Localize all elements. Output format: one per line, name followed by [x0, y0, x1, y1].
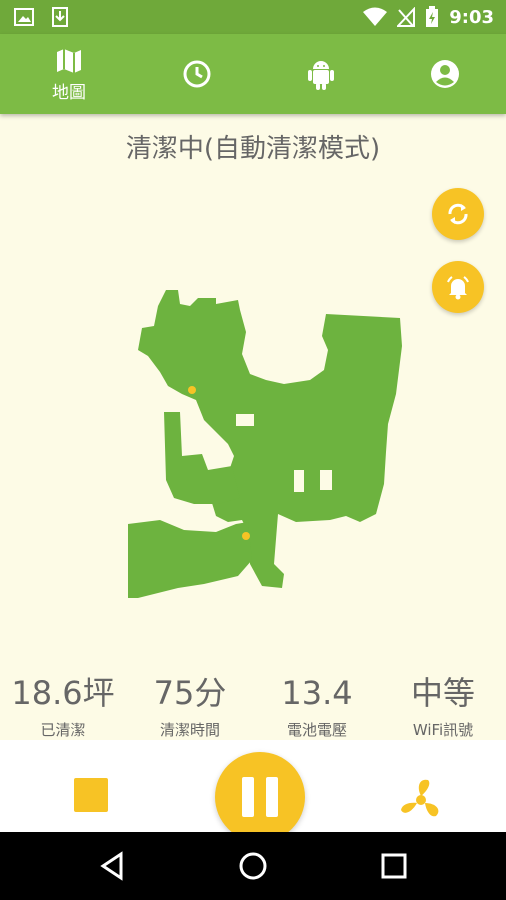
clock-icon	[183, 60, 211, 88]
map-icon	[57, 48, 81, 73]
tab-account[interactable]	[382, 34, 506, 114]
tab-device[interactable]	[258, 34, 384, 114]
stop-button[interactable]	[74, 778, 108, 812]
account-icon	[431, 60, 459, 88]
android-icon	[308, 61, 334, 90]
alarm-button[interactable]	[432, 261, 484, 313]
wifi-icon	[363, 7, 388, 26]
status-time: 9:03	[449, 6, 494, 28]
stat-cleaning-time: 75分 清潔時間	[127, 673, 253, 740]
back-icon[interactable]	[97, 850, 129, 882]
sync-icon	[448, 203, 468, 225]
home-icon[interactable]	[237, 850, 269, 882]
stat-wifi-signal: 中等 WiFi訊號	[380, 673, 506, 740]
cleaning-map	[128, 290, 402, 598]
pause-button[interactable]	[215, 752, 305, 842]
tab-schedule[interactable]	[134, 34, 260, 114]
tab-map[interactable]: 地圖	[6, 34, 132, 114]
sync-button[interactable]	[432, 188, 484, 240]
image-notification-icon	[14, 8, 34, 26]
stat-cleaning-time-value: 75分	[153, 674, 227, 712]
bell-icon	[447, 276, 469, 300]
stat-battery-voltage-value: 13.4	[281, 674, 353, 712]
recents-icon[interactable]	[378, 850, 410, 882]
stat-cleaned-area-label: 已清潔	[40, 721, 86, 739]
stat-battery-voltage-label: 電池電壓	[286, 721, 347, 739]
status-bar: 9:03	[0, 0, 506, 34]
stat-battery-voltage: 13.4 電池電壓	[254, 673, 380, 740]
no-signal-icon	[397, 7, 416, 27]
tab-bar: 地圖	[0, 34, 506, 114]
stat-cleaned-area-value: 18.6坪	[11, 674, 115, 712]
download-notification-icon	[52, 7, 68, 27]
system-nav-bar	[0, 832, 506, 900]
tab-map-label: 地圖	[52, 82, 86, 103]
fan-icon[interactable]	[398, 776, 444, 822]
pause-icon	[242, 777, 254, 817]
stat-cleaned-area: 18.6坪 已清潔	[0, 673, 126, 740]
battery-charging-icon	[426, 6, 439, 27]
stat-wifi-signal-label: WiFi訊號	[412, 721, 474, 739]
stat-cleaning-time-label: 清潔時間	[159, 721, 220, 739]
stat-wifi-signal-value: 中等	[410, 674, 475, 712]
cleaning-status-title: 清潔中(自動清潔模式)	[125, 134, 381, 164]
